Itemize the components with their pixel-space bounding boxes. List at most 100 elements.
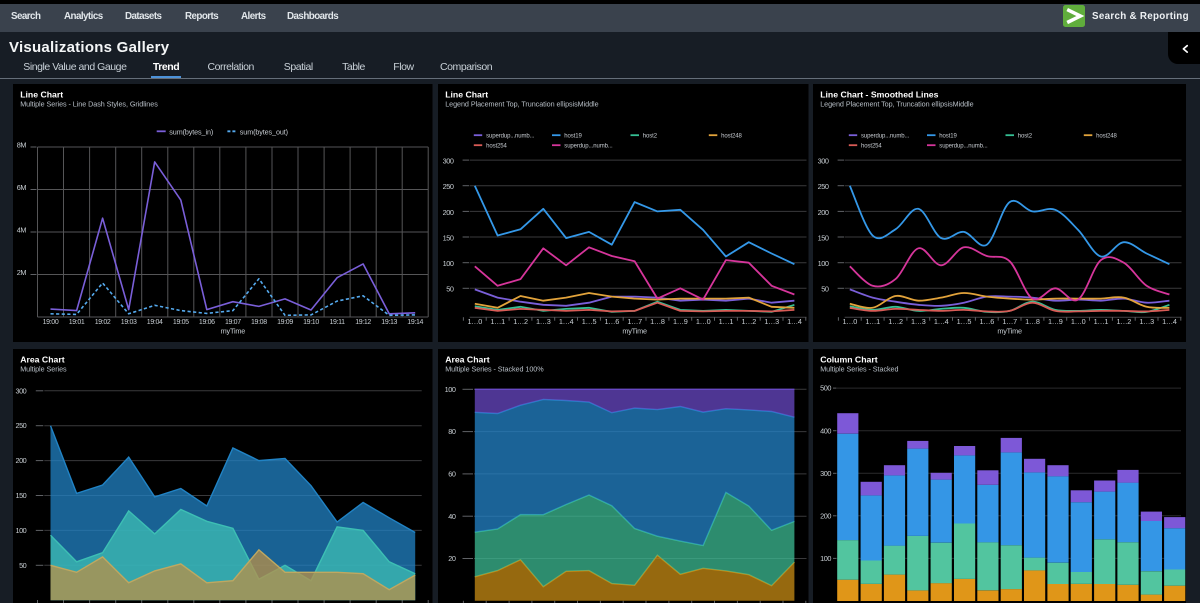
svg-text:19:14: 19:14 [407,319,423,326]
svg-text:1…1: 1…1 [865,317,880,326]
svg-text:Multiple Series - Stacked: Multiple Series - Stacked [820,364,898,373]
svg-text:1…2: 1…2 [513,317,528,326]
svg-text:19:09: 19:09 [277,319,293,326]
svg-text:host19: host19 [939,133,957,139]
svg-text:300: 300 [443,157,454,166]
svg-text:19:10: 19:10 [303,319,319,326]
svg-text:250: 250 [818,182,829,191]
svg-text:200: 200 [443,208,454,217]
svg-text:19:02: 19:02 [95,319,111,326]
svg-text:Column Chart: Column Chart [820,354,878,364]
svg-text:19:06: 19:06 [199,319,215,326]
svg-text:250: 250 [15,421,26,430]
svg-text:150: 150 [15,491,26,500]
svg-text:1…3: 1…3 [764,317,779,326]
svg-text:19:11: 19:11 [329,319,345,326]
svg-text:19:03: 19:03 [121,319,137,326]
svg-text:100: 100 [15,526,26,535]
svg-text:1…4: 1…4 [787,317,802,326]
svg-text:1…1: 1…1 [1094,317,1109,326]
svg-text:1…5: 1…5 [582,317,597,326]
svg-text:1…3: 1…3 [536,317,551,326]
svg-text:500: 500 [820,384,831,393]
svg-text:myTime: myTime [221,327,246,336]
svg-text:19:01: 19:01 [69,319,85,326]
svg-text:1…0: 1…0 [1071,317,1086,326]
svg-text:Multiple Series - Stacked 100%: Multiple Series - Stacked 100% [445,364,544,373]
svg-text:superdup...numb...: superdup...numb... [486,133,535,139]
svg-text:Multiple Series: Multiple Series [20,364,67,373]
svg-text:19:00: 19:00 [43,319,59,326]
svg-text:50: 50 [821,285,829,294]
svg-text:1…4: 1…4 [934,317,949,326]
svg-text:300: 300 [818,157,829,166]
svg-text:sum(bytes_out): sum(bytes_out) [240,128,288,137]
svg-text:1…9: 1…9 [1048,317,1063,326]
svg-text:host2: host2 [643,133,658,139]
svg-text:100: 100 [445,385,456,394]
svg-text:Line Chart: Line Chart [20,90,63,100]
svg-text:1…4: 1…4 [1162,317,1177,326]
svg-text:1…0: 1…0 [843,317,858,326]
svg-text:1…8: 1…8 [650,317,665,326]
svg-text:superdup...numb...: superdup...numb... [564,143,613,149]
svg-text:superdup...numb...: superdup...numb... [939,143,988,149]
svg-text:19:05: 19:05 [173,319,189,326]
svg-text:Area Chart: Area Chart [445,354,490,364]
svg-text:1…1: 1…1 [490,317,505,326]
svg-text:100: 100 [443,259,454,268]
svg-text:1…6: 1…6 [980,317,995,326]
svg-text:1…9: 1…9 [673,317,688,326]
svg-text:1…1: 1…1 [719,317,734,326]
svg-text:1…5: 1…5 [957,317,972,326]
svg-text:300: 300 [820,469,831,478]
svg-text:1…2: 1…2 [888,317,903,326]
svg-text:60: 60 [448,470,456,479]
svg-text:myTime: myTime [622,327,647,336]
svg-text:20: 20 [448,554,456,563]
svg-text:6M: 6M [17,183,27,192]
svg-text:150: 150 [443,233,454,242]
svg-text:1…7: 1…7 [1002,317,1017,326]
svg-text:50: 50 [19,561,27,570]
svg-text:4M: 4M [17,226,27,235]
svg-text:Legend Placement Top, Truncati: Legend Placement Top, Truncation ellipsi… [820,99,973,108]
svg-text:100: 100 [820,554,831,563]
svg-text:host248: host248 [1096,133,1117,139]
svg-text:host2: host2 [1018,133,1033,139]
svg-text:host248: host248 [721,133,742,139]
svg-text:host254: host254 [486,143,507,149]
svg-text:sum(bytes_in): sum(bytes_in) [169,128,213,137]
svg-text:8M: 8M [17,141,27,150]
svg-text:1…0: 1…0 [468,317,483,326]
svg-text:1…7: 1…7 [627,317,642,326]
svg-text:40: 40 [448,512,456,521]
svg-text:400: 400 [820,426,831,435]
svg-text:200: 200 [818,208,829,217]
svg-text:myTime: myTime [997,327,1022,336]
svg-text:1…3: 1…3 [911,317,926,326]
svg-text:80: 80 [448,427,456,436]
svg-text:150: 150 [818,233,829,242]
svg-text:100: 100 [818,259,829,268]
svg-text:200: 200 [15,456,26,465]
svg-text:19:08: 19:08 [251,319,267,326]
svg-text:Line Chart - Smoothed Lines: Line Chart - Smoothed Lines [820,90,938,100]
svg-text:200: 200 [820,511,831,520]
svg-text:1…2: 1…2 [742,317,757,326]
svg-text:1…0: 1…0 [696,317,711,326]
svg-text:1…6: 1…6 [605,317,620,326]
svg-text:1…2: 1…2 [1117,317,1132,326]
svg-text:19:12: 19:12 [355,319,371,326]
svg-text:Area Chart: Area Chart [20,354,65,364]
svg-text:superdup...numb...: superdup...numb... [861,133,910,139]
svg-text:50: 50 [446,285,454,294]
svg-text:host254: host254 [861,143,882,149]
svg-text:Multiple Series - Line Dash St: Multiple Series - Line Dash Styles, Grid… [20,99,158,108]
svg-text:Line Chart: Line Chart [445,90,488,100]
svg-text:19:07: 19:07 [225,319,241,326]
svg-text:1…4: 1…4 [559,317,574,326]
svg-text:1…8: 1…8 [1025,317,1040,326]
svg-text:1…3: 1…3 [1139,317,1154,326]
svg-text:19:04: 19:04 [147,319,163,326]
